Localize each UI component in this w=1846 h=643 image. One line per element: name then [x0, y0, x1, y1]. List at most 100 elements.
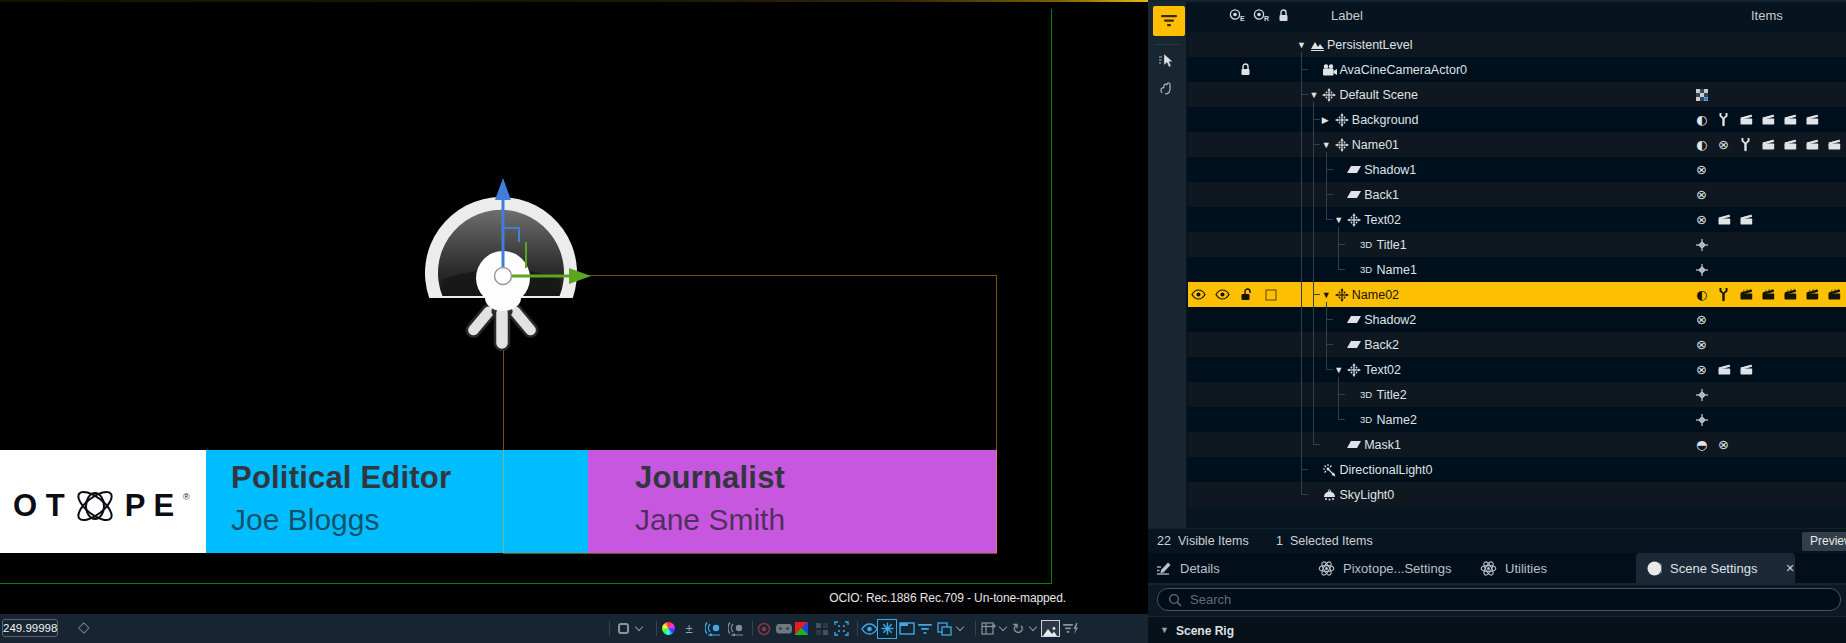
- crosshair-item-icon[interactable]: [1696, 382, 1708, 407]
- eye-icon[interactable]: [1191, 282, 1206, 307]
- viewport[interactable]: O T P E ® Political Editor Joe Bloggs Jo…: [0, 0, 1148, 643]
- tree-row-shadow2[interactable]: Shadow2⊗: [1188, 307, 1846, 332]
- select-mode-icon[interactable]: [1158, 53, 1174, 69]
- circlex-item-icon[interactable]: ⊗: [1718, 432, 1729, 457]
- circlex-item-icon[interactable]: ⊗: [1696, 332, 1707, 357]
- tree-row-shadow1[interactable]: Shadow1⊗: [1188, 157, 1846, 182]
- scene-rig-label: Scene Rig: [1176, 624, 1234, 638]
- light-gizmo[interactable]: [413, 168, 603, 368]
- filter-flash-icon[interactable]: [1058, 614, 1084, 643]
- tab-pixotope-settings[interactable]: Pixotope...Settings: [1318, 553, 1451, 583]
- threed-icon: 3D: [1360, 257, 1375, 282]
- tree-row-avacinecameraactor0[interactable]: AvaCineCameraActor0: [1188, 57, 1846, 82]
- clapper-item-icon[interactable]: [1806, 282, 1820, 307]
- clapper-item-icon[interactable]: [1718, 357, 1732, 382]
- halfsphere-item-icon[interactable]: ◓: [1696, 432, 1707, 457]
- tab-details[interactable]: Details: [1156, 553, 1220, 583]
- clapper-item-icon[interactable]: [1762, 132, 1776, 157]
- clapper-item-icon[interactable]: [1784, 107, 1798, 132]
- clapper-item-icon[interactable]: [1828, 282, 1842, 307]
- tree-guide-stub: [1326, 369, 1333, 370]
- coordinate-readout[interactable]: 249.99998: [2, 619, 58, 637]
- clapper-item-icon[interactable]: [1806, 132, 1820, 157]
- tab-utilities[interactable]: Utilities: [1480, 553, 1547, 583]
- sphere-item-icon[interactable]: ◐: [1696, 132, 1707, 157]
- circlex-item-icon[interactable]: ⊗: [1696, 157, 1707, 182]
- filter-button[interactable]: [1153, 6, 1185, 36]
- marquee-select-icon[interactable]: [828, 614, 854, 643]
- clapper-item-icon[interactable]: [1762, 282, 1776, 307]
- runtime-visibility-icon[interactable]: R: [1252, 9, 1270, 22]
- safe-frame-right: [1051, 9, 1052, 584]
- clapper-item-icon[interactable]: [1740, 207, 1754, 232]
- sphere-item-icon[interactable]: ◐: [1696, 282, 1707, 307]
- tab-scene-settings[interactable]: Scene Settings✕: [1647, 553, 1795, 583]
- chevron-down-icon[interactable]: [951, 614, 969, 643]
- tree-row-default-scene[interactable]: ▼Default Scene: [1188, 82, 1846, 107]
- crosshair-item-icon[interactable]: [1696, 407, 1708, 432]
- clapper-item-icon[interactable]: [1762, 107, 1776, 132]
- lock-icon[interactable]: [1240, 57, 1251, 82]
- tree-row-back1[interactable]: Back1⊗: [1188, 182, 1846, 207]
- clapper-item-icon[interactable]: [1740, 107, 1754, 132]
- clapper-item-icon[interactable]: [1806, 107, 1820, 132]
- tracking-signal-icon[interactable]: [723, 614, 749, 643]
- tree-row-directionallight0[interactable]: DirectionalLight0: [1188, 457, 1846, 482]
- chevron-down-icon[interactable]: [630, 614, 648, 643]
- sphere-item-icon[interactable]: ◐: [1696, 107, 1707, 132]
- tree-row-background[interactable]: ▶Background◐: [1188, 107, 1846, 132]
- tree-row-text02[interactable]: ▼Text02⊗: [1188, 207, 1846, 232]
- unlock-icon[interactable]: [1240, 282, 1253, 307]
- expander-closed-icon[interactable]: ▶: [1322, 107, 1329, 132]
- tree-row-name01[interactable]: ▼Name01◐⊗: [1188, 132, 1846, 157]
- clapper-item-icon[interactable]: [1740, 282, 1754, 307]
- divider: [1155, 44, 1179, 45]
- tree-row-name2[interactable]: 3DName2: [1188, 407, 1846, 432]
- editor-visibility-icon[interactable]: E: [1228, 9, 1246, 22]
- crosshair-item-icon[interactable]: [1696, 257, 1708, 282]
- tree-row-mask1[interactable]: Mask1 ◓ ⊗: [1188, 432, 1846, 457]
- circlex-item-icon[interactable]: ⊗: [1696, 307, 1707, 332]
- viewport-top-highlight: [0, 0, 1148, 2]
- checker-item-icon[interactable]: [1696, 82, 1708, 107]
- exposure-icon[interactable]: ±: [676, 614, 702, 643]
- wrench-item-icon[interactable]: [1718, 282, 1729, 307]
- clapper-item-icon[interactable]: [1718, 207, 1732, 232]
- search-input[interactable]: Search: [1157, 588, 1841, 611]
- circlex-item-icon[interactable]: ⊗: [1718, 132, 1729, 157]
- circlex-item-icon[interactable]: ⊗: [1696, 182, 1707, 207]
- close-icon[interactable]: ✕: [1785, 562, 1794, 575]
- checkbox-icon[interactable]: [1265, 282, 1277, 307]
- keyframe-diamond-icon[interactable]: ◇: [78, 618, 90, 636]
- tree-row-text02[interactable]: ▼Text02⊗: [1188, 357, 1846, 382]
- circlex-item-icon[interactable]: ⊗: [1696, 357, 1707, 382]
- eye-icon[interactable]: [1215, 282, 1230, 307]
- tree-guide-stub: [1326, 344, 1333, 345]
- outliner-toolbar-strip: [1148, 0, 1186, 529]
- atom-icon: [1480, 560, 1497, 577]
- tree-row-title1[interactable]: 3DTitle1: [1188, 232, 1846, 257]
- tree-row-title2[interactable]: 3DTitle2: [1188, 382, 1846, 407]
- scene-rig-section[interactable]: ▼ Scene Rig: [1148, 616, 1846, 643]
- tree-row-persistentlevel[interactable]: ▼PersistentLevel: [1188, 32, 1846, 57]
- outliner-panel: E R Label Items ▼PersistentLevelAvaCineC…: [1148, 0, 1846, 643]
- clapper-item-icon[interactable]: [1740, 357, 1754, 382]
- clapper-item-icon[interactable]: [1784, 282, 1798, 307]
- circlex-item-icon[interactable]: ⊗: [1696, 207, 1707, 232]
- tree-guide-stub: [1301, 494, 1308, 495]
- atom-icon: [72, 484, 118, 528]
- dirlight-icon: [1322, 457, 1337, 482]
- wrench-item-icon[interactable]: [1718, 107, 1729, 132]
- tree-row-back2[interactable]: Back2⊗: [1188, 332, 1846, 357]
- clapper-item-icon[interactable]: [1784, 132, 1798, 157]
- tree-row-skylight0[interactable]: SkyLight0: [1188, 482, 1846, 507]
- lasso-mode-icon[interactable]: [1159, 80, 1173, 95]
- tree-row-name02[interactable]: ▼Name02◐: [1188, 282, 1846, 307]
- lock-column-icon[interactable]: [1278, 9, 1289, 22]
- tree-row-name1[interactable]: 3DName1: [1188, 257, 1846, 282]
- crosshair-item-icon[interactable]: [1696, 232, 1708, 257]
- row-label: Mask1: [1364, 432, 1401, 457]
- preview-button[interactable]: Preview: [1802, 532, 1846, 551]
- wrench-item-icon[interactable]: [1740, 132, 1751, 157]
- clapper-item-icon[interactable]: [1828, 132, 1842, 157]
